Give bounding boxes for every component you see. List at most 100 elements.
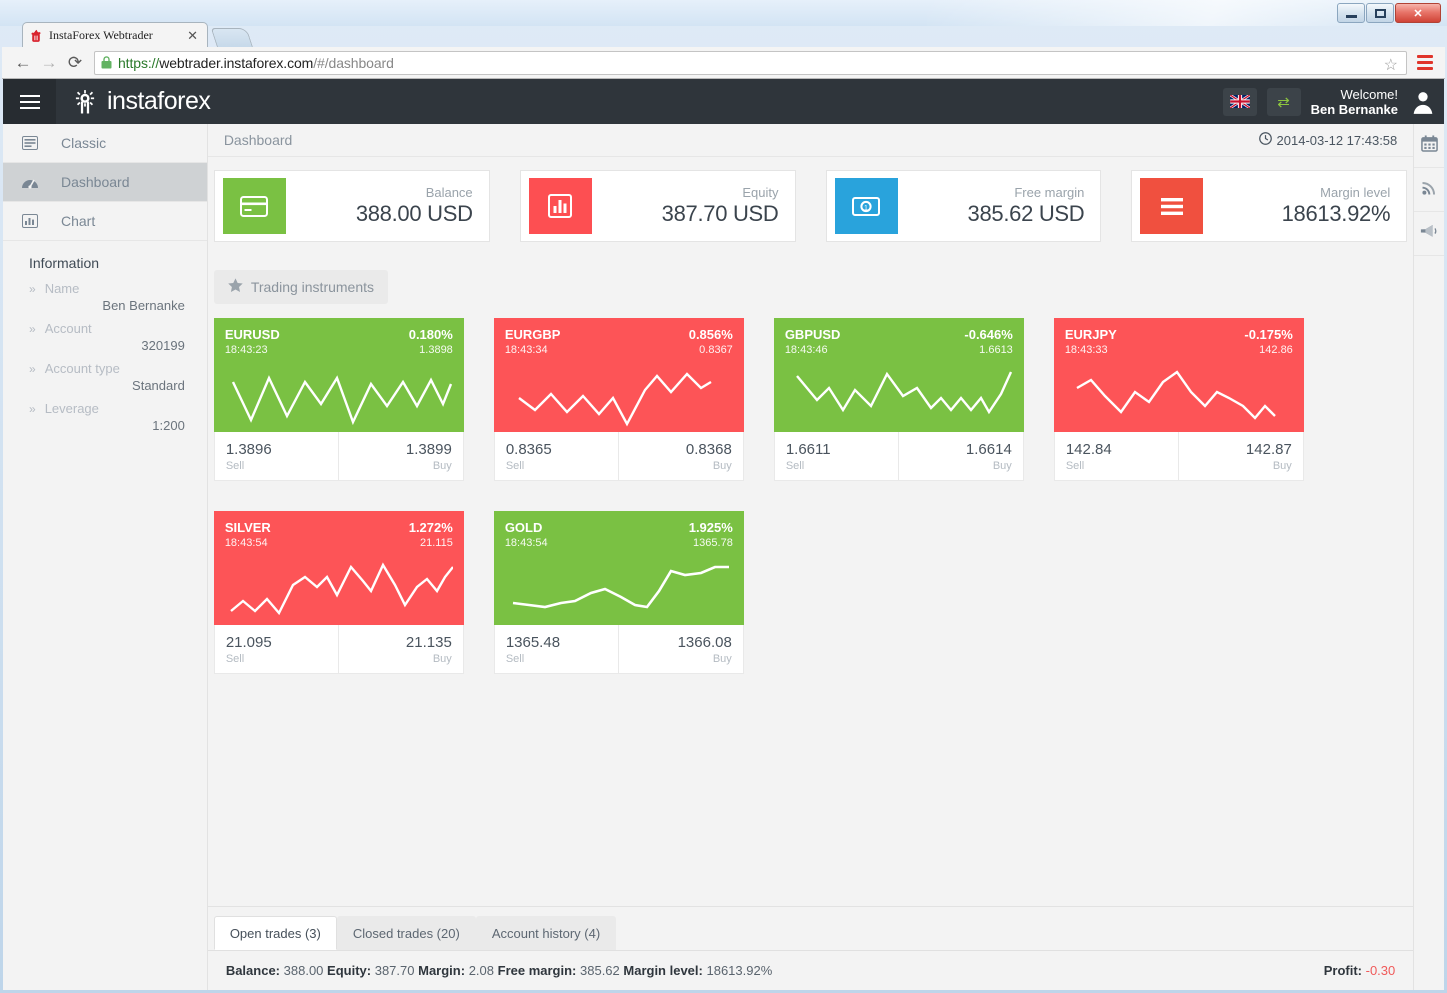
instrument-title-row: SILVER 1.272% xyxy=(225,520,453,535)
summary-equity: Equity: 387.70 xyxy=(327,963,414,978)
info-row: » Account type Standard xyxy=(3,357,207,397)
instaforex-favicon-icon xyxy=(29,29,43,43)
sell-label: Sell xyxy=(225,460,245,472)
instrument-change: 0.180% xyxy=(408,327,453,342)
summary-free-margin: Free margin: 385.62 xyxy=(498,963,620,978)
stat-label: Balance xyxy=(425,185,473,200)
instrument-last-price: 21.115 xyxy=(419,537,453,549)
forward-button[interactable]: → xyxy=(36,50,62,76)
sell-cell[interactable]: 1365.48 Sell xyxy=(495,625,619,673)
instrument-card-gold[interactable]: GOLD 1.925% 18:43:54 1365.78 1365.48 Sel… xyxy=(493,511,744,674)
tab-open-trades[interactable]: Open trades (3) xyxy=(213,916,337,950)
instrument-time: 18:43:33 xyxy=(1064,344,1108,356)
avatar[interactable] xyxy=(1410,89,1436,115)
tab-close-icon[interactable]: ✕ xyxy=(184,28,201,44)
instrument-card-eurusd[interactable]: EURUSD 0.180% 18:43:23 1.3898 1.3896 Sel… xyxy=(213,318,464,481)
stat-card-equity: Equity 387.70 USD xyxy=(519,170,796,242)
instrument-change: -0.646% xyxy=(964,327,1013,342)
instrument-card-eurgbp[interactable]: EURGBP 0.856% 18:43:34 0.8367 0.8365 Sel… xyxy=(493,318,744,481)
hamburger-line-2-icon xyxy=(19,100,40,103)
trading-instruments-button[interactable]: Trading instruments xyxy=(213,270,389,304)
bar-chart-icon xyxy=(528,178,592,234)
info-value: 1:200 xyxy=(152,418,185,433)
instrument-header: EURGBP 0.856% 18:43:34 0.8367 xyxy=(493,318,744,432)
instrument-grid: EURUSD 0.180% 18:43:23 1.3898 1.3896 Sel… xyxy=(208,304,1413,674)
info-key-label: Leverage xyxy=(44,401,99,416)
buy-cell[interactable]: 142.87 Buy xyxy=(1178,432,1303,480)
buy-cell[interactable]: 21.135 Buy xyxy=(338,625,463,673)
browser-menu-button[interactable] xyxy=(1413,50,1437,76)
menu-line-2-icon xyxy=(1417,61,1433,64)
hamburger-line-3-icon xyxy=(19,106,40,109)
instrument-prices: 142.84 Sell 142.87 Buy xyxy=(1053,432,1304,481)
back-arrow-icon: ← xyxy=(14,52,32,72)
sidebar-item-dashboard[interactable]: Dashboard xyxy=(3,163,207,202)
language-switcher-button[interactable] xyxy=(1222,87,1257,116)
page-title: Dashboard xyxy=(223,132,293,148)
sell-cell[interactable]: 1.6611 Sell xyxy=(775,432,899,480)
sell-cell[interactable]: 0.8365 Sell xyxy=(495,432,619,480)
brand[interactable]: instaforex xyxy=(56,79,211,124)
instrument-prices: 21.095 Sell 21.135 Buy xyxy=(213,625,464,674)
sidebar-item-label: Classic xyxy=(61,135,107,151)
back-button[interactable]: ← xyxy=(10,50,36,76)
welcome-block: Welcome! Ben Bernanke xyxy=(1311,87,1398,117)
sparkline-gold xyxy=(512,565,729,609)
browser-tab[interactable]: InstaForex Webtrader ✕ xyxy=(22,22,208,48)
summary-balance-value: 388.00 xyxy=(283,963,324,978)
rail-item-calendar[interactable] xyxy=(1414,124,1444,168)
chevron-right-icon: » xyxy=(29,402,36,416)
rail-item-announcements[interactable] xyxy=(1414,212,1444,256)
info-value: Ben Bernanke xyxy=(102,298,185,313)
instrument-card-silver[interactable]: SILVER 1.272% 18:43:54 21.115 21.095 Sel… xyxy=(213,511,464,674)
url-path: /#/dashboard xyxy=(313,54,394,71)
instrument-last-price: 0.8367 xyxy=(699,344,733,356)
instrument-card-eurjpy[interactable]: EURJPY -0.175% 18:43:33 142.86 142.84 Se… xyxy=(1053,318,1304,481)
reload-button[interactable]: ⟳ xyxy=(62,50,88,76)
page-viewport: instaforex ⇄ Welcome! Ben Bernanke Class… xyxy=(3,79,1444,990)
sell-cell[interactable]: 1.3896 Sell xyxy=(215,432,339,480)
instrument-symbol: EURJPY xyxy=(1064,327,1117,342)
chevron-right-icon: » xyxy=(29,362,36,376)
sell-cell[interactable]: 142.84 Sell xyxy=(1055,432,1179,480)
rail-item-news-feed[interactable] xyxy=(1414,168,1444,212)
instrument-card-gbpusd[interactable]: GBPUSD -0.646% 18:43:46 1.6613 1.6611 Se… xyxy=(773,318,1024,481)
sell-price: 21.095 xyxy=(225,634,272,651)
buy-cell[interactable]: 0.8368 Buy xyxy=(618,432,743,480)
instrument-sub-row: 18:43:54 21.115 xyxy=(225,537,453,549)
app-navbar: instaforex ⇄ Welcome! Ben Bernanke xyxy=(3,79,1444,124)
sparkline-eurusd xyxy=(231,375,452,426)
summary-free-margin-value: 385.62 xyxy=(580,963,620,978)
info-row: » Name Ben Bernanke xyxy=(3,277,207,317)
tab-closed-trades[interactable]: Closed trades (20) xyxy=(336,916,476,950)
os-window: ✕ InstaForex Webtrader ✕ ← → ⟳ https://w… xyxy=(0,0,1447,993)
sidebar-item-classic[interactable]: Classic xyxy=(3,124,207,163)
tab-account-history[interactable]: Account history (4) xyxy=(475,916,617,950)
sell-price: 1.3896 xyxy=(225,441,272,458)
menu-line-3-icon xyxy=(1417,67,1433,70)
sparkline-gbpusd xyxy=(795,371,1012,415)
sidebar-item-chart[interactable]: Chart xyxy=(3,202,207,241)
sidebar-toggle-button[interactable] xyxy=(3,79,56,124)
instrument-header: GBPUSD -0.646% 18:43:46 1.6613 xyxy=(773,318,1024,432)
account-switch-button[interactable]: ⇄ xyxy=(1266,87,1301,116)
dashboard-icon xyxy=(3,176,56,189)
address-bar[interactable]: https://webtrader.instaforex.com/#/dashb… xyxy=(94,50,1407,75)
account-summary-bar: Balance: 388.00 Equity: 387.70 Margin: 2… xyxy=(207,950,1414,990)
svg-text:1: 1 xyxy=(864,205,868,212)
buy-cell[interactable]: 1.3899 Buy xyxy=(338,432,463,480)
new-tab-button[interactable] xyxy=(210,28,254,48)
instrument-title-row: EURJPY -0.175% xyxy=(1065,327,1293,342)
stat-value: 385.62 USD xyxy=(967,201,1085,226)
lock-icon xyxy=(101,56,112,69)
star-icon xyxy=(228,278,243,296)
info-value: 320199 xyxy=(141,338,185,353)
summary-margin-label: Margin: xyxy=(418,963,466,978)
trading-instruments-label: Trading instruments xyxy=(250,279,375,295)
buy-cell[interactable]: 1366.08 Buy xyxy=(618,625,743,673)
uk-flag-icon xyxy=(1229,95,1250,108)
dashboard-content: Balance 388.00 USD Equity 387.70 USD 1 F… xyxy=(208,157,1413,906)
sell-cell[interactable]: 21.095 Sell xyxy=(215,625,339,673)
bookmark-star-icon[interactable]: ☆ xyxy=(1384,55,1398,75)
buy-cell[interactable]: 1.6614 Buy xyxy=(898,432,1023,480)
